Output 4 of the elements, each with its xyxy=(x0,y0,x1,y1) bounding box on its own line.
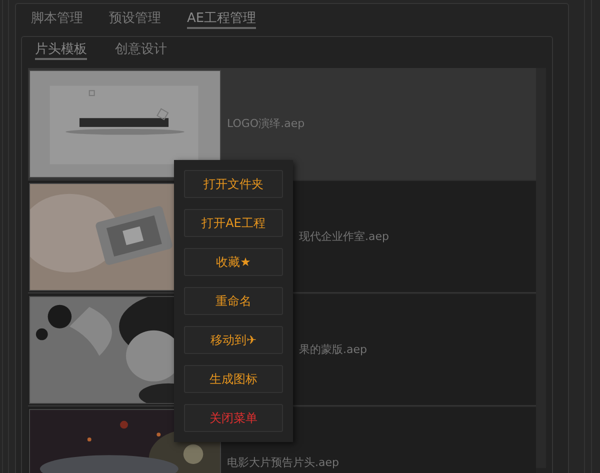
file-name: 现代企业作室.aep xyxy=(299,229,389,244)
file-name: 电影大片预告片头.aep xyxy=(227,455,339,470)
file-name: LOGO演绎.aep xyxy=(227,116,305,131)
file-name: 果的蒙版.aep xyxy=(299,342,367,357)
